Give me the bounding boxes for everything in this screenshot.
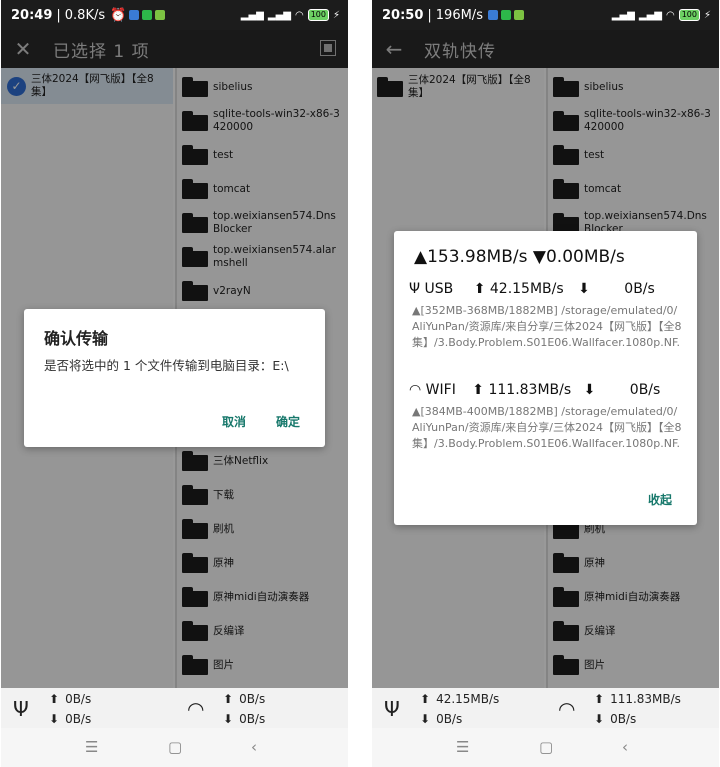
back-icon[interactable]: ‹ [251,738,257,756]
confirm-transfer-dialog: 确认传输 是否将选中的 1 个文件传输到电脑目录：E:\ 取消 确定 [24,309,325,447]
wifi-channel-row: ◠ WIFI ⬆ 111.83MB/s ⬇ 0B/s [409,382,661,398]
usb-icon: Ψ [384,697,400,721]
usb-channel-row: Ψ USB ⬆ 42.15MB/s ⬇ 0B/s [409,281,655,297]
upload-icon: ⬆ [223,692,234,706]
upload-icon: ⬆ [420,692,431,706]
signal-icon-2: ▂▄▆ [267,9,291,21]
home-icon[interactable]: ▢ [168,738,182,756]
speed-bar: Ψ ⬆ 0B/s ⬇ 0B/s ◠ ⬆ 0B/s ⬇ 0B/s [1,688,348,728]
download-icon: ⬇ [594,712,605,726]
usb-speed-pane: Ψ ⬆ 0B/s ⬇ 0B/s [13,692,92,726]
status-time: 20:49 [11,7,53,23]
download-icon: ⬇ [583,382,596,398]
speed-bar: Ψ ⬆ 42.15MB/s ⬇ 0B/s ◠ ⬆ 111.83MB/s ⬇ 0B/s [372,688,719,728]
message-icon [155,10,166,20]
total-speed: ▲153.98MB/s ▼0.00MB/s [414,247,625,267]
menu-icon[interactable]: ☰ [456,738,469,756]
battery-icon: 100 [307,9,329,21]
message-icon [513,10,524,20]
usb-transfer-path: ▲[352MB-368MB/1882MB] /storage/emulated/… [412,304,682,349]
phone-screen-left: 20:49 | 0.8K/s ⏰ ▂▄▆ ▂▄▆ ◠ 100 ⚡ ✕ 已选择 1… [1,0,348,767]
signal-icon-2: ▂▄▆ [638,9,662,21]
usb-icon: Ψ [13,697,29,721]
status-time: 20:50 [382,7,424,23]
dialog-message: 是否将选中的 1 个文件传输到电脑目录：E:\ [44,358,289,373]
download-icon: ⬇ [578,281,590,297]
cancel-button[interactable]: 取消 [222,413,246,430]
wifi-speed-pane: ◠ ⬆ 111.83MB/s ⬇ 0B/s [558,692,681,726]
dialog-title: 确认传输 [44,329,109,348]
wifi-speed-pane: ◠ ⬆ 0B/s ⬇ 0B/s [187,692,266,726]
status-net-speed: 0.8K/s [64,7,106,23]
app-notification-icon [487,10,498,20]
system-nav-bar: ☰ ▢ ‹ [1,728,348,767]
signal-icon: ▂▄▆ [240,9,264,21]
home-icon[interactable]: ▢ [539,738,553,756]
wifi-icon: ◠ [187,697,205,721]
status-bar: 20:50 | 196M/s ▂▄▆ ▂▄▆ ◠ 100 ⚡ [372,0,719,30]
system-nav-bar: ☰ ▢ ‹ [372,728,719,767]
status-net-speed: 196M/s [435,7,483,23]
usb-speed-pane: Ψ ⬆ 42.15MB/s ⬇ 0B/s [384,692,500,726]
confirm-button[interactable]: 确定 [276,413,300,430]
upload-icon: ⬆ [49,692,60,706]
upload-icon: ⬆ [594,692,605,706]
wifi-icon: ◠ [409,382,422,398]
upload-icon: ⬆ [473,281,486,297]
charging-icon: ⚡ [703,9,711,21]
wifi-status-icon: ◠ [294,9,304,21]
upload-icon: ⬆ [472,382,485,398]
wifi-icon: ◠ [558,697,576,721]
wechat-icon [500,10,511,20]
back-icon[interactable]: ‹ [622,738,628,756]
app-notification-icon [129,10,140,20]
signal-icon: ▂▄▆ [611,9,635,21]
wechat-icon [142,10,153,20]
transfer-speed-dialog: ▲153.98MB/s ▼0.00MB/s Ψ USB ⬆ 42.15MB/s … [394,231,697,525]
download-icon: ⬇ [49,712,60,726]
status-bar: 20:49 | 0.8K/s ⏰ ▂▄▆ ▂▄▆ ◠ 100 ⚡ [1,0,348,30]
wifi-status-icon: ◠ [665,9,675,21]
phone-screen-right: 20:50 | 196M/s ▂▄▆ ▂▄▆ ◠ 100 ⚡ ← 双轨快传 三体… [372,0,719,767]
download-icon: ⬇ [223,712,234,726]
wifi-transfer-path: ▲[384MB-400MB/1882MB] /storage/emulated/… [412,405,682,450]
download-icon: ⬇ [420,712,431,726]
usb-icon: Ψ [409,281,421,297]
menu-icon[interactable]: ☰ [85,738,98,756]
collapse-button[interactable]: 收起 [648,491,672,508]
charging-icon: ⚡ [332,9,340,21]
battery-icon: 100 [678,9,700,21]
alarm-icon: ⏰ [110,7,127,23]
